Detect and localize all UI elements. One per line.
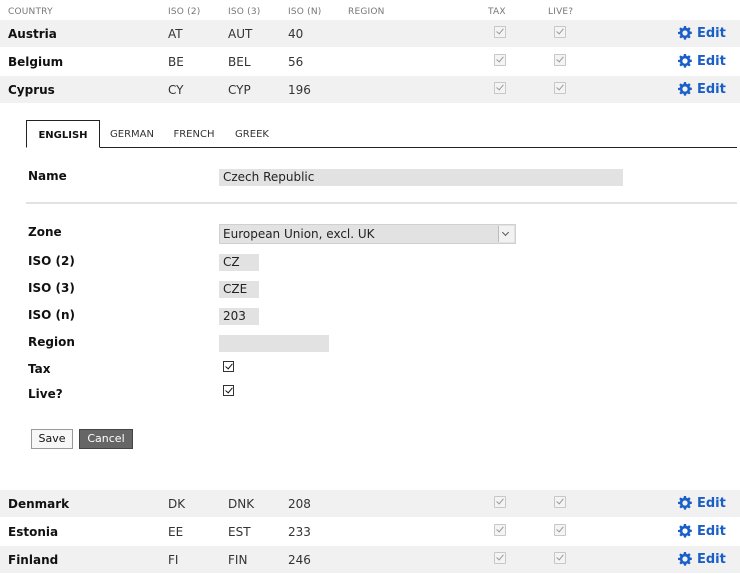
table-row-denmark: Denmark DK DNK 208 Edit [0, 490, 740, 517]
country-name: Belgium [8, 55, 64, 69]
zone-label: Zone [28, 225, 62, 239]
live-checkmark-icon [554, 524, 566, 536]
edit-button[interactable]: Edit [678, 52, 726, 70]
table-row-austria: Austria AT AUT 40 Edit [0, 20, 740, 47]
edit-button[interactable]: Edit [678, 550, 726, 568]
tax-label: Tax [28, 362, 51, 376]
edit-button[interactable]: Edit [678, 24, 726, 42]
region-field[interactable] [219, 335, 329, 352]
edit-label: Edit [697, 495, 726, 511]
iso3-cell: DNK [228, 497, 255, 511]
tab-french[interactable]: FRENCH [166, 120, 222, 146]
gear-icon [678, 54, 692, 68]
tab-german[interactable]: GERMAN [104, 120, 160, 146]
table-row-estonia: Estonia EE EST 233 Edit [0, 518, 740, 545]
column-iso3: ISO (3) [228, 7, 261, 17]
gear-icon [678, 552, 692, 566]
name-label: Name [28, 169, 67, 183]
ison-cell: 196 [288, 83, 311, 97]
zone-selected-value: European Union, excl. UK [223, 227, 375, 241]
country-name: Austria [8, 27, 57, 41]
iso2-cell: EE [168, 525, 184, 539]
ison-cell: 233 [288, 525, 311, 539]
iso2-cell: BE [168, 55, 184, 69]
gear-icon [678, 82, 692, 96]
edit-label: Edit [697, 53, 726, 69]
gear-icon [678, 26, 692, 40]
gear-icon [678, 496, 692, 510]
iso3-label: ISO (3) [28, 281, 75, 295]
column-country: COUNTRY [8, 7, 53, 17]
iso2-cell: DK [168, 497, 186, 511]
column-ison: ISO (N) [288, 7, 322, 17]
cancel-button[interactable]: Cancel [79, 429, 133, 449]
edit-label: Edit [697, 551, 726, 567]
table-row-cyprus: Cyprus CY CYP 196 Edit [0, 76, 740, 103]
table-header: COUNTRY ISO (2) ISO (3) ISO (N) REGION T… [0, 0, 740, 21]
tax-checkmark-icon [494, 552, 506, 564]
edit-button[interactable]: Edit [678, 522, 726, 540]
edit-label: Edit [697, 25, 726, 41]
tax-checkmark-icon [494, 524, 506, 536]
ison-cell: 40 [288, 27, 304, 41]
language-tabs: ENGLISH GERMAN FRENCH GREEK [26, 120, 737, 148]
tax-checkmark-icon [494, 54, 506, 66]
iso2-cell: FI [168, 553, 179, 567]
iso3-cell: CYP [228, 83, 251, 97]
country-name: Estonia [8, 525, 59, 539]
tax-checkmark-icon [494, 26, 506, 38]
save-button[interactable]: Save [31, 429, 73, 449]
tab-english[interactable]: ENGLISH [26, 120, 100, 148]
live-checkmark-icon [554, 26, 566, 38]
column-iso2: ISO (2) [168, 7, 201, 17]
edit-label: Edit [697, 81, 726, 97]
edit-button[interactable]: Edit [678, 494, 726, 512]
zone-select[interactable]: European Union, excl. UK [219, 224, 516, 244]
tax-checkmark-icon [494, 496, 506, 508]
iso3-cell: AUT [228, 27, 253, 41]
ison-cell: 208 [288, 497, 311, 511]
iso3-cell: BEL [228, 55, 251, 69]
iso2-label: ISO (2) [28, 254, 75, 268]
tax-checkbox[interactable] [223, 361, 234, 372]
iso2-field[interactable]: CZ [219, 254, 259, 271]
column-live: LIVE? [548, 7, 574, 17]
country-name: Cyprus [8, 83, 55, 97]
country-name: Finland [8, 553, 59, 567]
country-name: Denmark [8, 497, 70, 511]
live-checkmark-icon [554, 552, 566, 564]
edit-label: Edit [697, 523, 726, 539]
column-tax: TAX [488, 7, 506, 17]
table-row-belgium: Belgium BE BEL 56 Edit [0, 48, 740, 75]
live-label: Live? [28, 387, 63, 401]
live-checkmark-icon [554, 82, 566, 94]
iso2-cell: AT [168, 27, 183, 41]
ison-cell: 56 [288, 55, 304, 69]
gear-icon [678, 524, 692, 538]
name-field[interactable]: Czech Republic [219, 169, 623, 186]
ison-field[interactable]: 203 [219, 308, 259, 325]
country-editor: ENGLISH GERMAN FRENCH GREEK Name Czech R… [26, 120, 737, 450]
ison-label: ISO (n) [28, 308, 75, 322]
iso3-cell: FIN [228, 553, 248, 567]
chevron-down-icon [498, 226, 514, 242]
live-checkmark-icon [554, 496, 566, 508]
tax-checkmark-icon [494, 82, 506, 94]
column-region: REGION [348, 7, 385, 17]
edit-button[interactable]: Edit [678, 80, 726, 98]
live-checkmark-icon [554, 54, 566, 66]
region-label: Region [28, 335, 75, 349]
section-divider [26, 202, 737, 204]
ison-cell: 246 [288, 553, 311, 567]
iso3-field[interactable]: CZE [219, 281, 259, 298]
table-row-finland: Finland FI FIN 246 Edit [0, 546, 740, 573]
live-checkbox[interactable] [223, 385, 234, 396]
iso2-cell: CY [168, 83, 184, 97]
tab-greek[interactable]: GREEK [226, 120, 278, 146]
iso3-cell: EST [228, 525, 251, 539]
